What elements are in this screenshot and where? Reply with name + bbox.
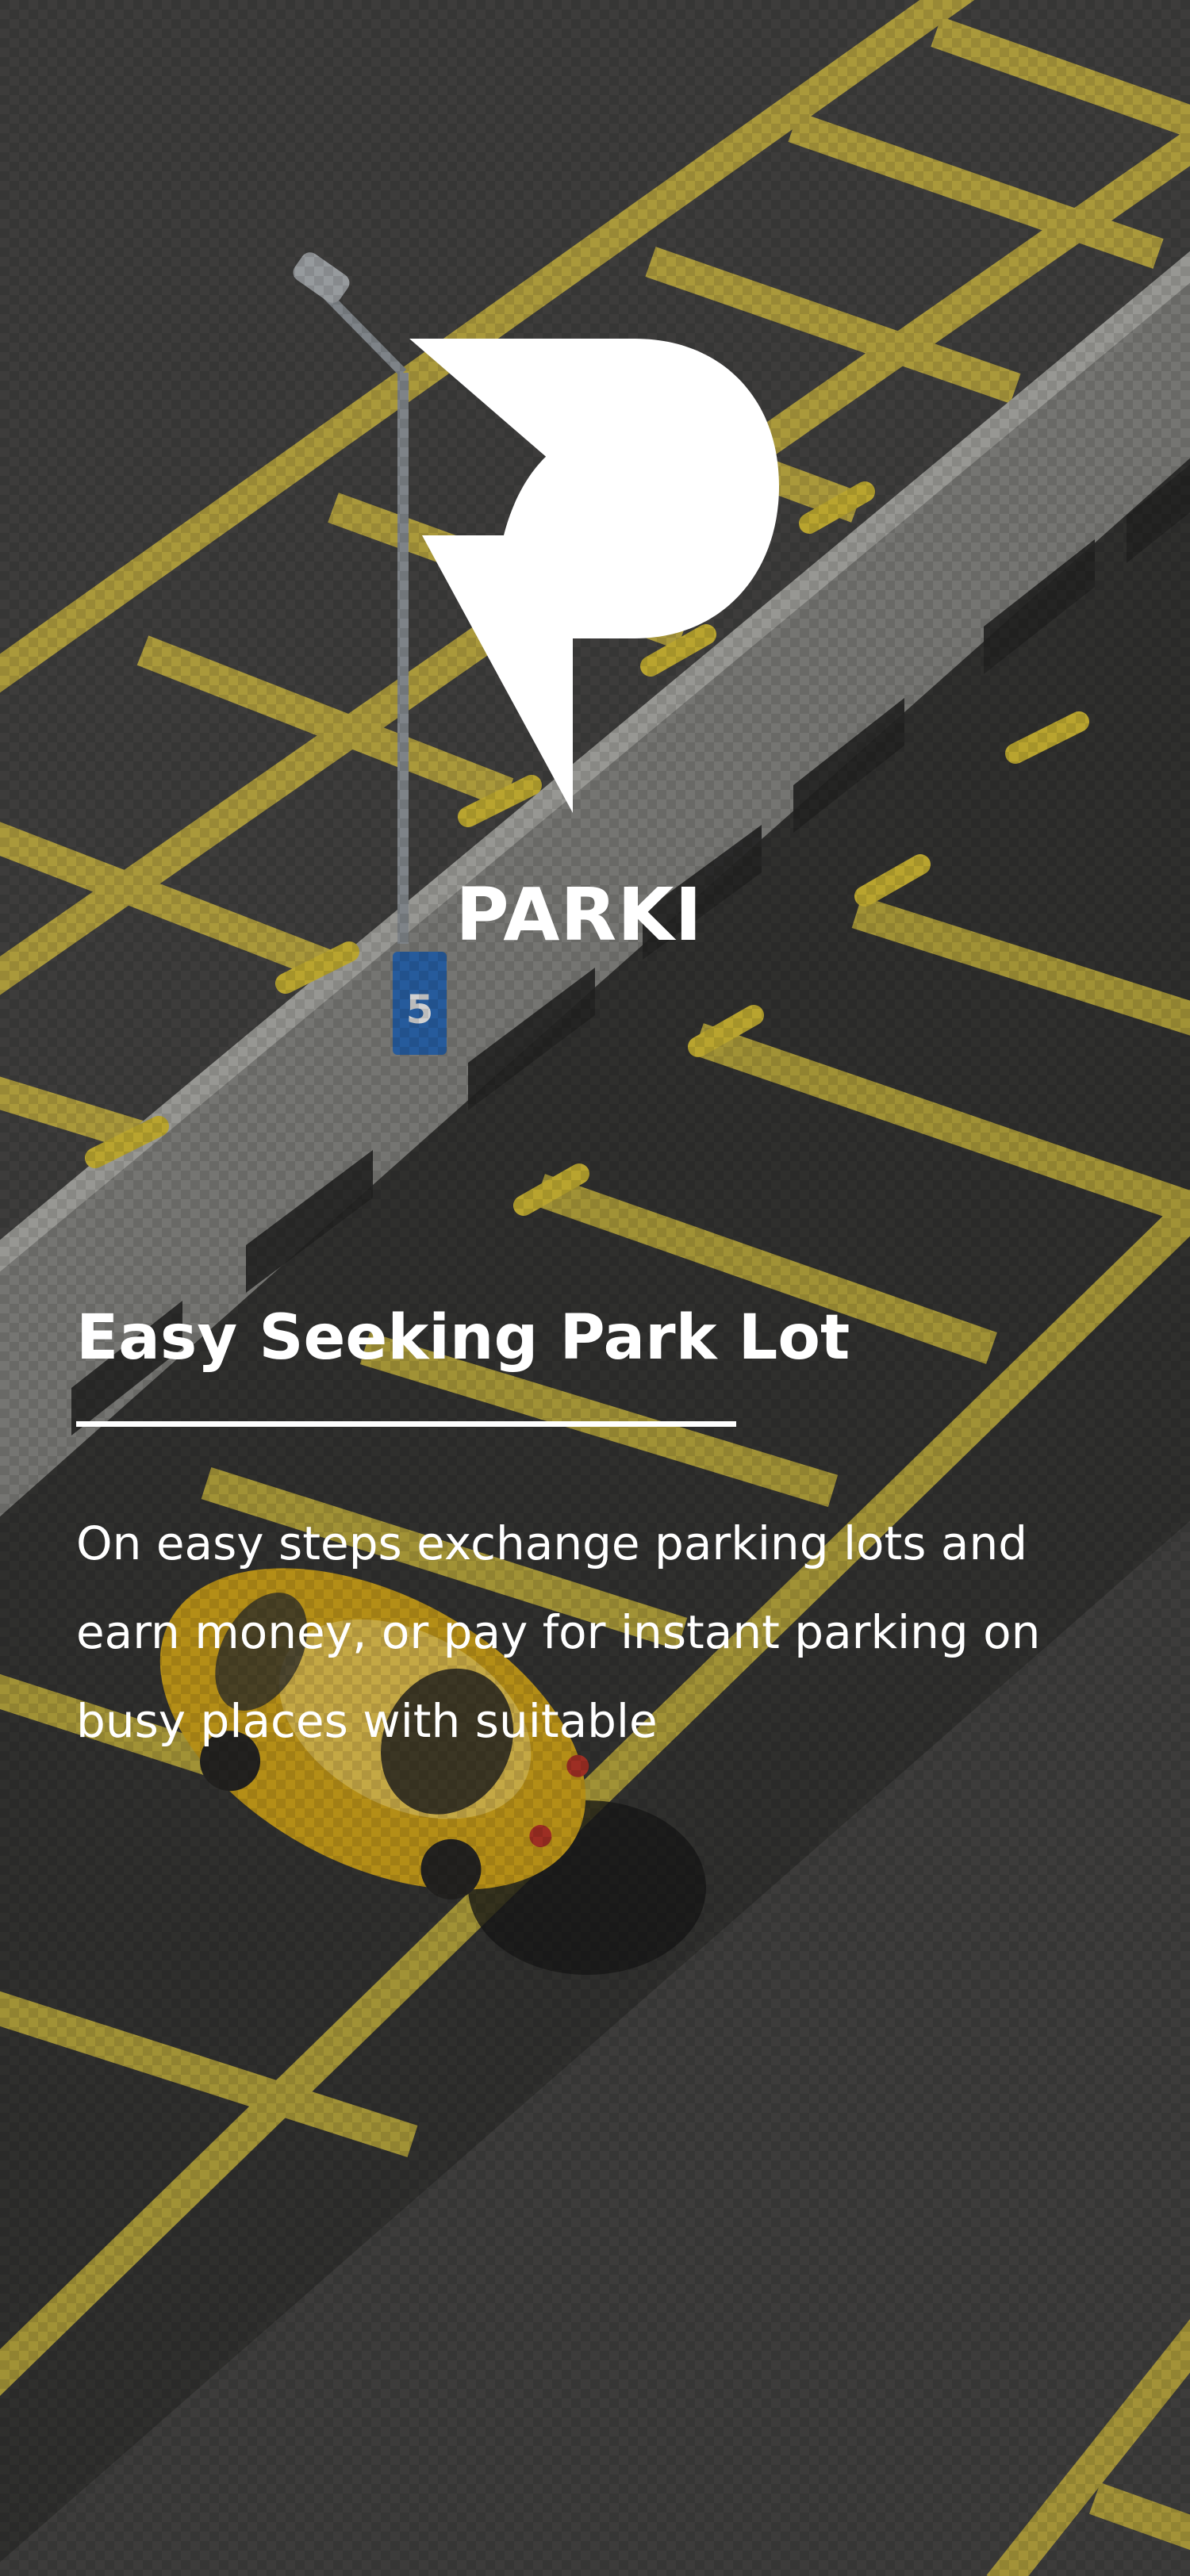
onboarding-screen: 5 PARKI Easy Seeking Park Lot On easy st… xyxy=(0,0,1190,2576)
onboarding-headline: Easy Seeking Park Lot xyxy=(76,1302,850,1374)
headline-divider xyxy=(76,1421,736,1427)
brand-name: PARKI xyxy=(455,872,703,957)
onboarding-description: On easy steps exchange parking lots and … xyxy=(76,1516,1041,1748)
parki-logo-icon xyxy=(409,339,779,813)
